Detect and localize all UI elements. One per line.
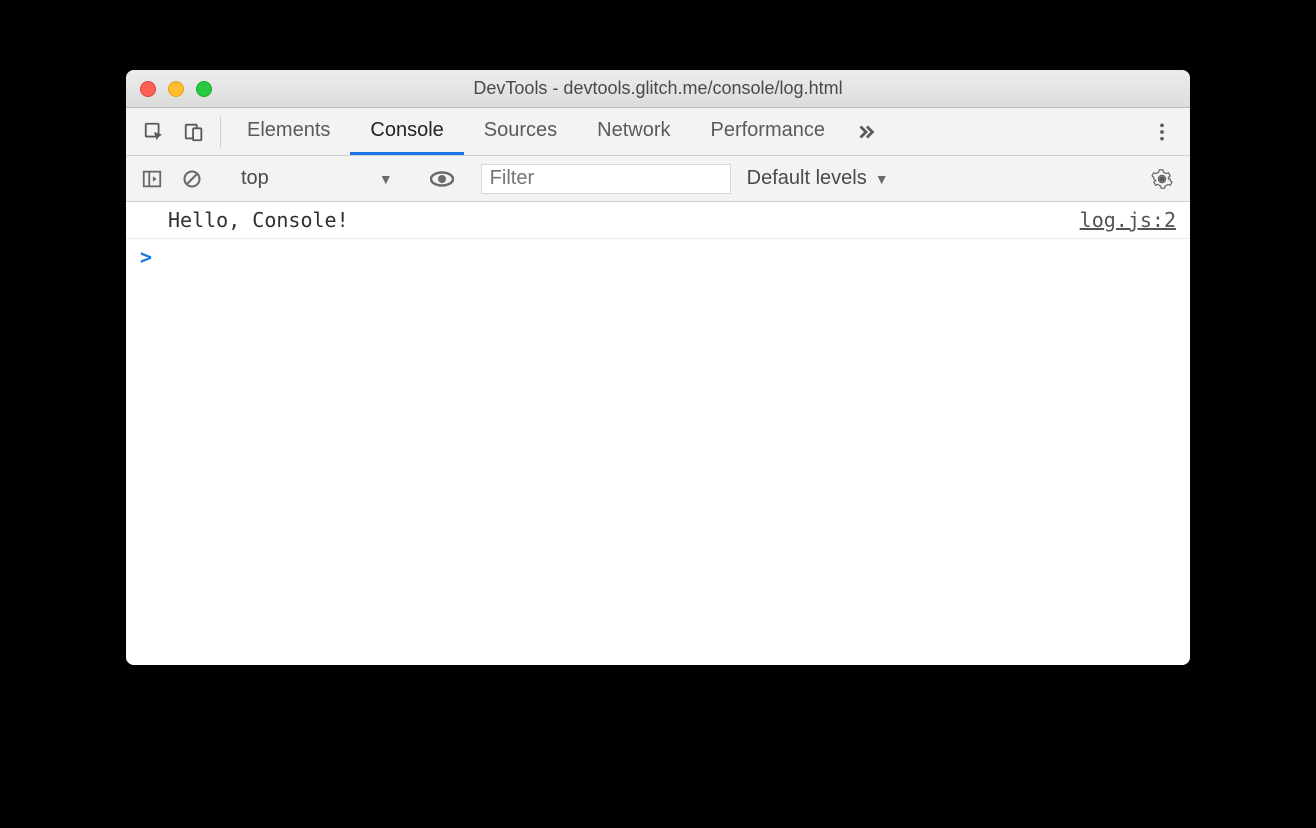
live-expression-icon[interactable] [424, 167, 460, 191]
panel-tabstrip: Elements Console Sources Network Perform… [126, 108, 1190, 156]
inspect-element-icon[interactable] [134, 108, 174, 155]
titlebar: DevTools - devtools.glitch.me/console/lo… [126, 70, 1190, 108]
console-settings-icon[interactable] [1142, 168, 1182, 190]
context-label: top [241, 167, 269, 190]
log-levels-selector[interactable]: Default levels ▼ [735, 167, 901, 190]
prompt-caret-icon: > [140, 245, 152, 269]
chevron-down-icon: ▼ [379, 171, 393, 187]
context-selector[interactable]: top ▼ [231, 167, 403, 190]
toggle-console-sidebar-icon[interactable] [134, 168, 170, 190]
tab-elements[interactable]: Elements [227, 108, 350, 155]
tab-network[interactable]: Network [577, 108, 690, 155]
more-tabs-icon[interactable] [845, 108, 887, 155]
console-source-link[interactable]: log.js:2 [1080, 208, 1176, 232]
customize-devtools-icon[interactable] [1142, 122, 1182, 142]
tab-performance[interactable]: Performance [691, 108, 846, 155]
console-message-row: Hello, Console! log.js:2 [126, 202, 1190, 239]
console-message-text: Hello, Console! [168, 208, 349, 232]
separator [220, 116, 221, 147]
chevron-down-icon: ▼ [875, 171, 889, 187]
panel-tabs: Elements Console Sources Network Perform… [227, 108, 845, 155]
window-title: DevTools - devtools.glitch.me/console/lo… [126, 78, 1190, 99]
tab-sources[interactable]: Sources [464, 108, 577, 155]
console-toolbar: top ▼ Default levels ▼ [126, 156, 1190, 202]
tab-console[interactable]: Console [350, 108, 463, 155]
filter-input[interactable] [481, 164, 731, 194]
clear-console-icon[interactable] [174, 169, 210, 189]
device-toolbar-icon[interactable] [174, 108, 214, 155]
console-prompt[interactable]: > [126, 239, 1190, 275]
console-output: Hello, Console! log.js:2 > [126, 202, 1190, 665]
devtools-window: DevTools - devtools.glitch.me/console/lo… [126, 70, 1190, 665]
levels-label: Default levels [747, 167, 867, 190]
